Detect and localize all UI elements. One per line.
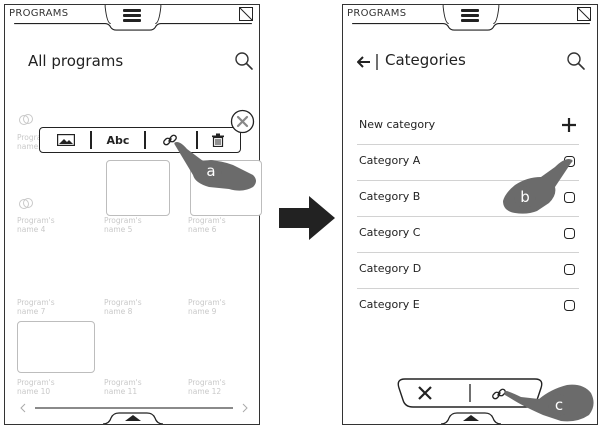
category-label: Category E: [359, 298, 420, 311]
back-arrow-icon[interactable]: [357, 54, 383, 70]
bottom-menu-arrow[interactable]: [125, 415, 141, 421]
categories-screen: PROGRAMS Categories New category Categor…: [342, 4, 598, 425]
toolbar-divider: [90, 131, 92, 149]
program-name-5[interactable]: Program's name 5: [104, 216, 142, 234]
category-row[interactable]: Category C: [357, 216, 579, 253]
search-icon[interactable]: [234, 51, 254, 71]
window-close-icon[interactable]: [239, 7, 253, 21]
program-name-7[interactable]: Program's name 7: [17, 298, 55, 316]
program-name-12[interactable]: Program's name 12: [188, 378, 226, 396]
program-name-4[interactable]: Program's name 4: [17, 216, 55, 234]
menu-icon[interactable]: [461, 9, 479, 22]
top-bar-title: PROGRAMS: [9, 8, 69, 19]
image-icon: [57, 134, 75, 146]
category-label: Category C: [359, 226, 421, 239]
category-label: Category B: [359, 190, 421, 203]
category-checkbox[interactable]: [564, 228, 575, 239]
bottom-bar-outline: [440, 412, 502, 424]
page-title: All programs: [28, 52, 124, 70]
program-name-9[interactable]: Program's name 9: [188, 298, 226, 316]
category-checkbox[interactable]: [564, 300, 575, 311]
category-row[interactable]: Category D: [357, 252, 579, 289]
plus-icon[interactable]: [561, 117, 577, 133]
category-row[interactable]: Category E: [357, 288, 579, 324]
transition-arrow: [279, 196, 335, 240]
new-category-label: New category: [359, 118, 436, 131]
bottom-bar-outline: [102, 412, 164, 424]
program-name-6[interactable]: Program's name 6: [188, 216, 226, 234]
program-tile-10[interactable]: [17, 321, 95, 373]
program-icon: [19, 198, 33, 209]
category-label: Category D: [359, 262, 422, 275]
category-label: Category A: [359, 154, 421, 167]
program-name-8[interactable]: Program's name 8: [104, 298, 142, 316]
pointing-hand-icon: [503, 159, 573, 214]
menu-icon[interactable]: [123, 9, 141, 22]
all-programs-screen: PROGRAMS All programs Program's name 1 P…: [4, 4, 262, 425]
program-icon: [19, 114, 33, 125]
image-button[interactable]: [46, 130, 86, 150]
program-name-10[interactable]: Program's name 10: [17, 378, 55, 396]
cancel-x-icon[interactable]: [417, 385, 433, 401]
callout-a: a: [200, 160, 222, 182]
category-checkbox[interactable]: [564, 264, 575, 275]
new-category-row[interactable]: New category: [357, 108, 579, 145]
search-icon[interactable]: [566, 51, 586, 71]
program-name-11[interactable]: Program's name 11: [104, 378, 142, 396]
top-bar-title: PROGRAMS: [347, 8, 407, 19]
toolbar-divider: [144, 131, 146, 149]
program-tile-5[interactable]: [106, 160, 170, 216]
text-button[interactable]: Abc: [94, 130, 142, 150]
page-title: Categories: [385, 51, 466, 69]
window-close-icon[interactable]: [577, 7, 591, 21]
close-toolbar-icon[interactable]: [230, 109, 255, 134]
callout-b: b: [514, 186, 536, 208]
